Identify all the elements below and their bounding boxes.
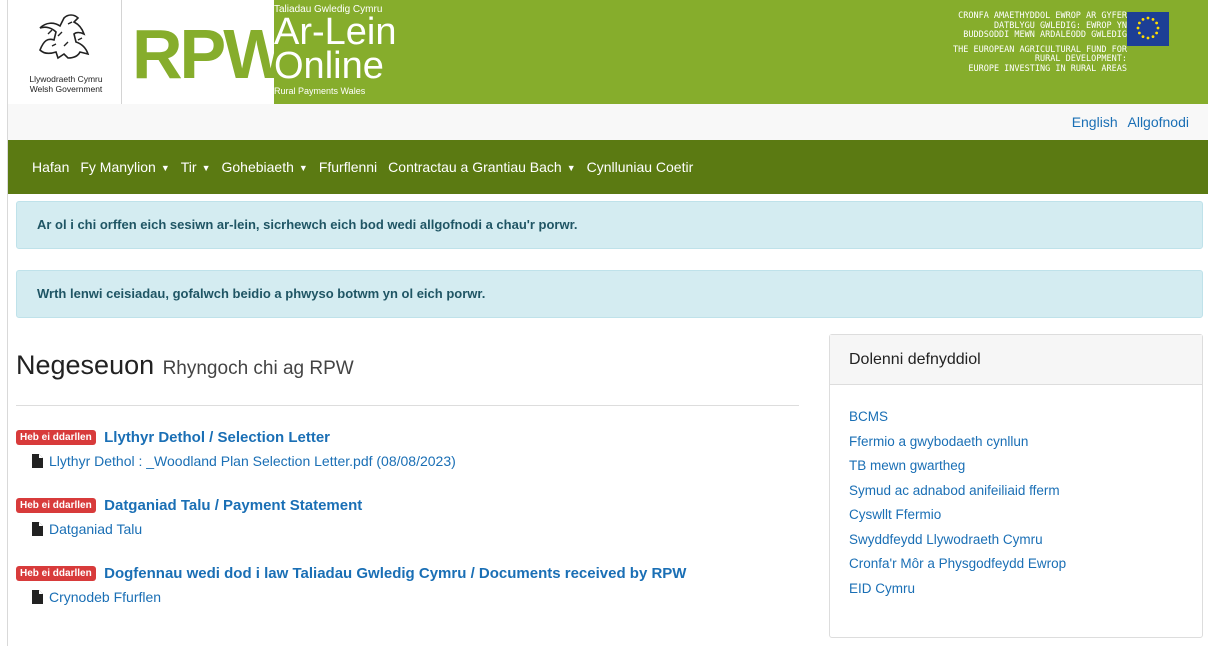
caret-down-icon: ▼ <box>298 163 308 173</box>
useful-links-panel: Dolenni defnyddiol BCMS Ffermio a gwybod… <box>829 334 1203 638</box>
top-links-bar: English Allgofnodi <box>8 104 1208 140</box>
message-title-link[interactable]: Dogfennau wedi dod i law Taliadau Gwledi… <box>104 565 686 582</box>
nav-item-fy-manylion[interactable]: Fy Manylion ▼ <box>80 159 169 175</box>
nav-item-gohebiaeth[interactable]: Gohebiaeth ▼ <box>221 159 307 175</box>
useful-link-symud[interactable]: Symud ac adnabod anifeiliaid fferm <box>849 479 1202 504</box>
caret-down-icon: ▼ <box>566 163 576 173</box>
message-file-link[interactable]: Llythyr Dethol : _Woodland Plan Selectio… <box>32 453 456 469</box>
online-foot-text: Rural Payments Wales <box>274 86 366 96</box>
message-title-link[interactable]: Datganiad Talu / Payment Statement <box>104 497 362 514</box>
file-name: Datganiad Talu <box>49 521 143 537</box>
logout-notice: Ar ol i chi orffen eich sesiwn ar-lein, … <box>16 201 1203 249</box>
file-icon <box>32 522 43 536</box>
file-name: Llythyr Dethol : _Woodland Plan Selectio… <box>49 453 456 469</box>
file-name: Crynodeb Ffurflen <box>49 589 162 605</box>
wg-name-cy: Llywodraeth Cymru <box>29 74 103 84</box>
useful-link-bcms[interactable]: BCMS <box>849 405 1202 430</box>
unread-badge: Heb ei ddarllen <box>16 430 96 445</box>
unread-badge: Heb ei ddarllen <box>16 566 96 581</box>
nav-item-hafan[interactable]: Hafan <box>32 159 69 175</box>
message-file-link[interactable]: Crynodeb Ffurflen <box>32 589 161 605</box>
message-item: Heb ei ddarllen Dogfennau wedi dod i law… <box>16 565 686 605</box>
useful-link-tb[interactable]: TB mewn gwartheg <box>849 454 1202 479</box>
useful-link-ffermio[interactable]: Ffermio a gwybodaeth cynllun <box>849 430 1202 455</box>
nav-item-ffurflenni[interactable]: Ffurflenni <box>319 159 377 175</box>
rpw-logo[interactable]: RPW <box>122 0 289 104</box>
nav-label: Contractau a Grantiau Bach <box>388 159 562 175</box>
file-icon <box>32 454 43 468</box>
rpw-logo-text: RPW <box>132 15 289 93</box>
message-item: Heb ei ddarllen Datganiad Talu / Payment… <box>16 497 362 537</box>
unread-badge: Heb ei ddarllen <box>16 498 96 513</box>
messages-heading: Negeseuon Rhyngoch chi ag RPW <box>16 350 354 381</box>
nav-item-contractau[interactable]: Contractau a Grantiau Bach ▼ <box>388 159 575 175</box>
useful-link-cronfa[interactable]: Cronfa'r Môr a Physgodfeydd Ewrop <box>849 552 1202 577</box>
eu-en-line-3: EUROPE INVESTING IN RURAL AREAS <box>968 63 1127 74</box>
nav-label: Tir <box>180 159 197 175</box>
nav-item-tir[interactable]: Tir ▼ <box>181 159 211 175</box>
useful-link-swyddfeydd[interactable]: Swyddfeydd Llywodraeth Cymru <box>849 528 1202 553</box>
back-button-notice: Wrth lenwi ceisiadau, gofalwch beidio a … <box>16 270 1203 318</box>
page-title: Negeseuon <box>16 350 155 380</box>
message-item: Heb ei ddarllen Llythyr Dethol / Selecti… <box>16 429 456 469</box>
useful-link-eid[interactable]: EID Cymru <box>849 577 1202 602</box>
online-logo: Taliadau Gwledig Cymru Ar-Lein Online Ru… <box>274 4 474 100</box>
nav-label: Hafan <box>32 159 70 175</box>
welsh-dragon-icon <box>39 14 90 60</box>
caret-down-icon: ▼ <box>160 163 170 173</box>
caret-down-icon: ▼ <box>201 163 211 173</box>
message-title-link[interactable]: Llythyr Dethol / Selection Letter <box>104 429 330 446</box>
eu-cy-line-3: BUDDSODDI MEWN ARDALEODD GWLEDIG <box>963 30 1127 41</box>
useful-links-title: Dolenni defnyddiol <box>830 335 1202 385</box>
wg-name-en: Welsh Government <box>29 84 103 94</box>
online-line-2: Online <box>274 45 384 87</box>
nav-label: Cynlluniau Coetir <box>586 159 694 175</box>
welsh-government-text: Llywodraeth Cymru Welsh Government <box>12 74 120 94</box>
eu-funding-text: CRONFA AMAETHYDDOL EWROP AR GYFER DATBLY… <box>827 11 1127 75</box>
main-nav: Hafan Fy Manylion ▼ Tir ▼ Gohebiaeth ▼ Ffur… <box>8 140 1208 194</box>
useful-link-cyswllt[interactable]: Cyswllt Ffermio <box>849 503 1202 528</box>
divider <box>16 405 799 406</box>
message-file-link[interactable]: Datganiad Talu <box>32 521 142 537</box>
file-icon <box>32 590 43 604</box>
nav-label: Gohebiaeth <box>221 159 294 175</box>
header-banner: Llywodraeth Cymru Welsh Government RPW T… <box>8 0 1208 104</box>
welsh-government-logo[interactable]: Llywodraeth Cymru Welsh Government <box>8 0 122 104</box>
eu-flag-icon <box>1127 12 1169 46</box>
nav-label: Ffurflenni <box>318 159 378 175</box>
nav-label: Fy Manylion <box>80 159 156 175</box>
english-link[interactable]: English <box>1072 114 1118 130</box>
page-subtitle: Rhyngoch chi ag RPW <box>162 358 354 379</box>
nav-item-cynlluniau-coetir[interactable]: Cynlluniau Coetir <box>587 159 694 175</box>
logout-link[interactable]: Allgofnodi <box>1128 114 1190 130</box>
page: Llywodraeth Cymru Welsh Government RPW T… <box>7 0 1208 646</box>
